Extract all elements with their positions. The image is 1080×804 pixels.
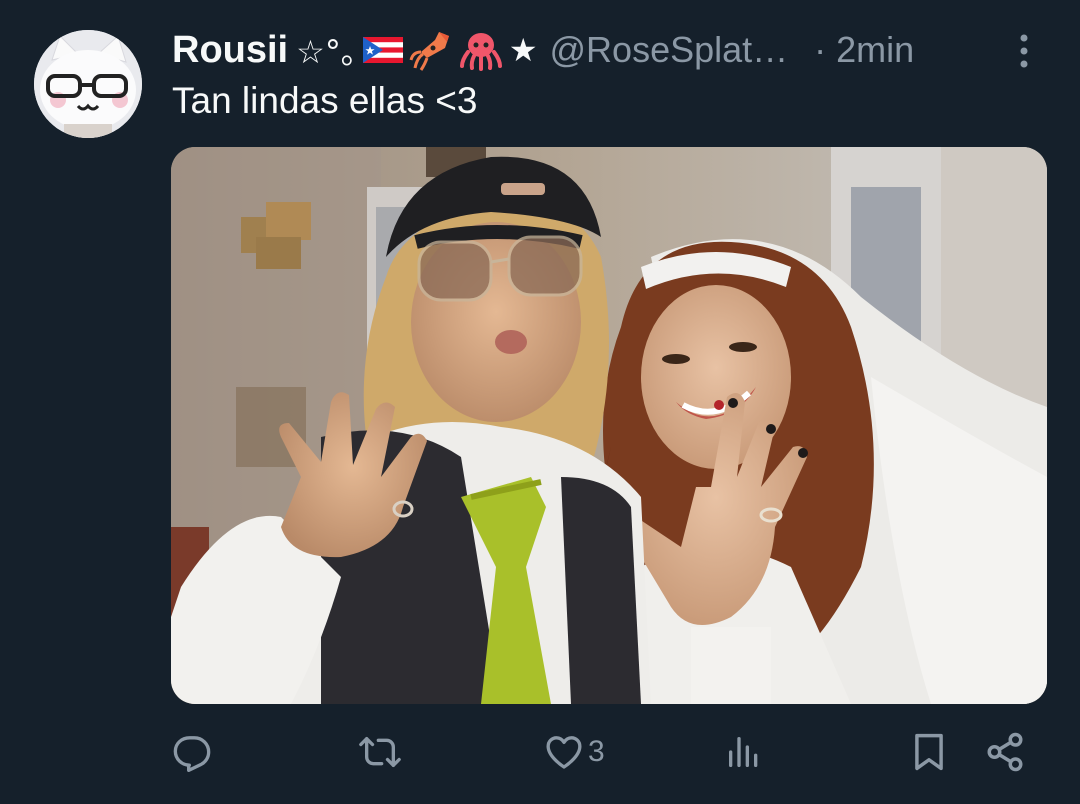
views-icon <box>729 737 758 767</box>
tweet-header: Rousii ☆°｡ ★ @RoseSplat… · 2min <box>172 26 1042 74</box>
user-handle[interactable]: @RoseSplat… <box>550 29 789 71</box>
more-vertical-icon <box>1020 34 1028 68</box>
puerto-rico-flag-icon <box>362 37 403 63</box>
repost-button[interactable] <box>358 732 406 772</box>
tweet-media[interactable] <box>171 147 1047 704</box>
reply-icon <box>173 736 211 772</box>
share-button[interactable] <box>984 732 1026 772</box>
timestamp[interactable]: · 2min <box>814 29 914 71</box>
reply-button[interactable] <box>172 732 216 772</box>
octopus-icon <box>459 33 502 71</box>
tweet-action-bar: 3 <box>0 722 1080 782</box>
more-options-button[interactable] <box>1006 30 1042 72</box>
like-count: 3 <box>588 735 605 768</box>
repost-icon <box>359 737 401 767</box>
name-decorations: ☆°｡ ★ <box>296 27 538 73</box>
cat-with-glasses-avatar-icon <box>34 30 142 138</box>
name-trailing-star: ★ <box>508 31 538 69</box>
views-button[interactable] <box>724 732 768 772</box>
share-icon <box>987 732 1023 772</box>
name-decoration-text: ☆°｡ <box>296 33 357 71</box>
photo-two-women-showing-rings <box>171 147 1047 704</box>
bookmark-button[interactable] <box>910 732 948 772</box>
tweet-text: Tan lindas ellas <3 <box>172 80 478 121</box>
avatar[interactable] <box>34 30 142 138</box>
heart-icon <box>546 736 582 769</box>
display-name[interactable]: Rousii <box>172 29 288 72</box>
like-button[interactable]: 3 <box>544 732 605 772</box>
bookmark-icon <box>915 733 943 771</box>
squid-icon <box>409 32 449 71</box>
